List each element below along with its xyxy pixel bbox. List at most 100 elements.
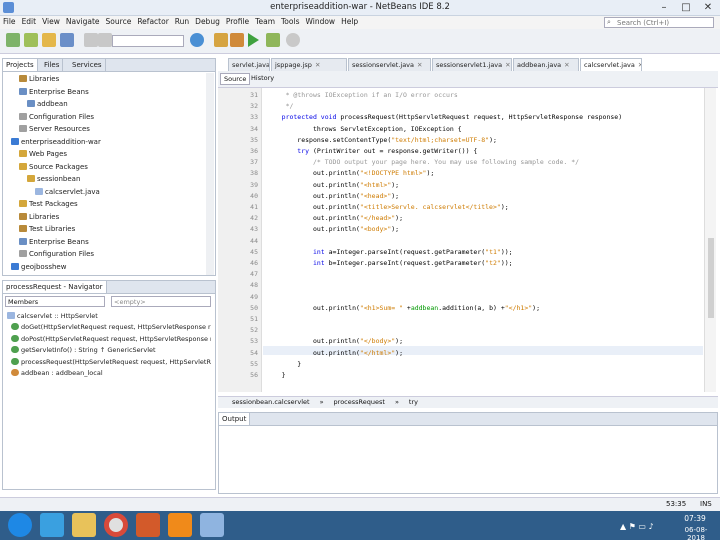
menu-item-run[interactable]: Run bbox=[172, 16, 192, 27]
editor-tab[interactable]: calcservlet.java✕ bbox=[580, 58, 642, 71]
start-button-icon[interactable] bbox=[8, 513, 32, 537]
tree-item[interactable]: sessionbean bbox=[3, 174, 80, 185]
tree-item[interactable]: Enterprise Beans bbox=[3, 87, 89, 98]
code-line[interactable]: */ bbox=[266, 102, 294, 111]
code-area[interactable]: * @throws IOException if an I/O error oc… bbox=[266, 91, 704, 391]
undo-icon[interactable] bbox=[84, 33, 98, 47]
code-line[interactable]: int a=Integer.parseInt(request.getParame… bbox=[266, 248, 513, 257]
menu-item-view[interactable]: View bbox=[39, 16, 63, 27]
code-line[interactable]: out.println("</head>"); bbox=[266, 214, 403, 223]
tray-icons[interactable]: ▲ ⚑ ▭ ♪ bbox=[620, 522, 654, 531]
menu-item-profile[interactable]: Profile bbox=[223, 16, 252, 27]
menu-item-refactor[interactable]: Refactor bbox=[134, 16, 171, 27]
navigator-filter-select[interactable]: Members bbox=[5, 296, 105, 307]
editor-tab[interactable]: jsppage.jsp ✕ bbox=[271, 58, 347, 71]
tree-item[interactable]: Source Packages bbox=[3, 162, 88, 173]
tree-item[interactable]: Test Packages bbox=[3, 199, 78, 210]
navigator-member[interactable]: doGet(HttpServletRequest request, HttpSe… bbox=[11, 322, 211, 333]
code-line[interactable]: out.println("</body>"); bbox=[266, 337, 403, 346]
code-line[interactable]: protected void processRequest(HttpServle… bbox=[266, 113, 622, 122]
set-project-icon[interactable] bbox=[190, 33, 204, 47]
tree-item[interactable]: geojbosshew bbox=[3, 262, 66, 273]
code-line[interactable]: out.println("<html>"); bbox=[266, 181, 399, 190]
run-icon[interactable] bbox=[248, 33, 259, 47]
navigator-member[interactable]: getServletInfo() : String ↑ GenericServl… bbox=[11, 345, 156, 356]
chrome-icon[interactable] bbox=[104, 513, 128, 537]
navigator-root[interactable]: calcservlet :: HttpServlet bbox=[7, 311, 98, 322]
code-line[interactable]: out.println("<body>"); bbox=[266, 225, 399, 234]
build-icon[interactable] bbox=[214, 33, 228, 47]
menu-item-file[interactable]: File bbox=[0, 16, 19, 27]
navigator-scope-select[interactable]: <empty> bbox=[111, 296, 211, 307]
code-line[interactable]: } bbox=[266, 360, 301, 369]
tree-item[interactable]: Web Pages bbox=[3, 149, 67, 160]
menu-item-window[interactable]: Window bbox=[302, 16, 338, 27]
code-line[interactable]: out.println("<!DOCTYPE html>"); bbox=[266, 169, 434, 178]
profile-icon[interactable] bbox=[286, 33, 300, 47]
menu-item-team[interactable]: Team bbox=[252, 16, 278, 27]
menu-item-debug[interactable]: Debug bbox=[192, 16, 223, 27]
tree-item[interactable]: Test Libraries bbox=[3, 224, 75, 235]
tab-projects[interactable]: Projects bbox=[3, 59, 38, 71]
breadcrumb-item[interactable]: sessionbean.calcservlet bbox=[232, 398, 310, 406]
code-line[interactable]: try (PrintWriter out = response.getWrite… bbox=[266, 147, 477, 156]
editor-tab[interactable]: servlet.java✕ bbox=[228, 58, 270, 71]
code-line[interactable]: } bbox=[266, 371, 286, 380]
projects-scrollbar[interactable] bbox=[206, 73, 214, 275]
editor-scroll-thumb[interactable] bbox=[708, 238, 714, 318]
redo-icon[interactable] bbox=[98, 33, 112, 47]
close-tab-icon[interactable]: ✕ bbox=[417, 61, 422, 69]
tree-item[interactable]: Server Resources bbox=[3, 124, 90, 135]
file-explorer-icon[interactable] bbox=[72, 513, 96, 537]
menu-item-tools[interactable]: Tools bbox=[278, 16, 302, 27]
tab-navigator[interactable]: processRequest - Navigator bbox=[3, 281, 107, 293]
code-line[interactable]: /* TODO output your page here. You may u… bbox=[266, 158, 579, 167]
save-all-icon[interactable] bbox=[60, 33, 74, 47]
minimize-button[interactable]: – bbox=[653, 0, 675, 16]
configuration-select[interactable] bbox=[112, 35, 184, 47]
tree-item[interactable]: Libraries bbox=[3, 212, 59, 223]
tab-history[interactable]: History bbox=[248, 73, 277, 85]
vlc-icon[interactable] bbox=[168, 513, 192, 537]
tree-item[interactable]: Libraries bbox=[3, 74, 59, 85]
netbeans-taskbar-icon[interactable] bbox=[200, 513, 224, 537]
tree-item[interactable]: addbean bbox=[3, 99, 68, 110]
new-file-icon[interactable] bbox=[6, 33, 20, 47]
clean-build-icon[interactable] bbox=[230, 33, 244, 47]
maximize-button[interactable]: □ bbox=[675, 0, 697, 16]
code-line[interactable]: out.println("<h1>Sum= " +addbean.additio… bbox=[266, 304, 540, 313]
tab-source[interactable]: Source bbox=[220, 73, 251, 85]
new-project-icon[interactable] bbox=[24, 33, 38, 47]
navigator-member[interactable]: addbean : addbean_local bbox=[11, 368, 103, 379]
open-project-icon[interactable] bbox=[42, 33, 56, 47]
editor-scrollbar[interactable] bbox=[704, 88, 716, 392]
breadcrumb-item[interactable]: processRequest bbox=[334, 398, 385, 406]
menu-item-navigate[interactable]: Navigate bbox=[63, 16, 103, 27]
code-line[interactable]: response.setContentType("text/html;chars… bbox=[266, 136, 497, 145]
menu-item-help[interactable]: Help bbox=[338, 16, 361, 27]
code-line[interactable]: out.println("</html>"); bbox=[266, 349, 403, 358]
tab-services[interactable]: Services bbox=[69, 59, 106, 71]
code-line[interactable]: * @throws IOException if an I/O error oc… bbox=[266, 91, 458, 100]
tree-item[interactable]: Configuration Files bbox=[3, 112, 94, 123]
close-tab-icon[interactable]: ✕ bbox=[505, 61, 510, 69]
menu-item-source[interactable]: Source bbox=[103, 16, 135, 27]
search-input[interactable]: Search (Ctrl+I) bbox=[604, 17, 714, 28]
close-tab-icon[interactable]: ✕ bbox=[638, 61, 641, 69]
powerpoint-icon[interactable] bbox=[136, 513, 160, 537]
tree-item[interactable]: calcservlet.java bbox=[3, 187, 100, 198]
tree-item[interactable]: enterpriseaddition-war bbox=[3, 137, 101, 148]
editor-tab[interactable]: addbean.java ✕ bbox=[513, 58, 579, 71]
tab-files[interactable]: Files bbox=[41, 59, 64, 71]
internet-explorer-icon[interactable] bbox=[40, 513, 64, 537]
breadcrumb-item[interactable]: try bbox=[409, 398, 418, 406]
editor-tab[interactable]: sessionservlet1.java ✕ bbox=[432, 58, 512, 71]
navigator-member[interactable]: processRequest(HttpServletRequest reques… bbox=[11, 357, 211, 368]
menu-item-edit[interactable]: Edit bbox=[19, 16, 40, 27]
tree-item[interactable]: Configuration Files bbox=[3, 249, 94, 260]
debug-icon[interactable] bbox=[266, 33, 280, 47]
code-line[interactable]: throws ServletException, IOException { bbox=[266, 125, 462, 134]
code-line[interactable]: int b=Integer.parseInt(request.getParame… bbox=[266, 259, 513, 268]
code-line[interactable]: out.println("<title>Servle. calcservlet<… bbox=[266, 203, 509, 212]
tree-item[interactable]: Enterprise Beans bbox=[3, 237, 89, 248]
